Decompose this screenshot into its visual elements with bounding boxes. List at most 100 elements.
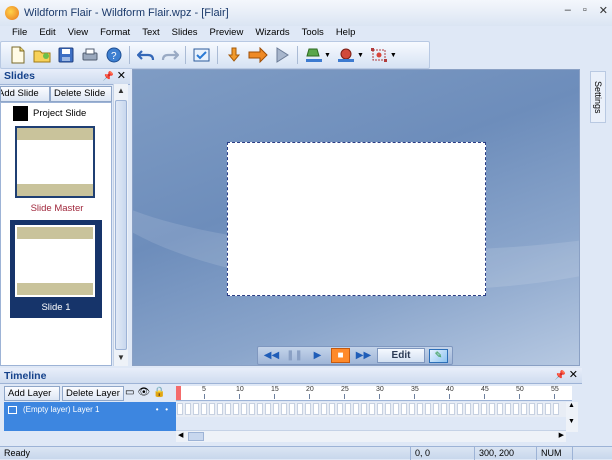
frame-cell[interactable]: [289, 403, 295, 415]
menu-text[interactable]: Text: [136, 26, 165, 40]
frame-cell[interactable]: [457, 403, 463, 415]
menu-file[interactable]: File: [6, 26, 33, 40]
lock-icon[interactable]: 🔒: [153, 387, 165, 398]
play-icon[interactable]: [271, 45, 292, 66]
frame-cell[interactable]: [441, 403, 447, 415]
slide-canvas[interactable]: [227, 142, 486, 296]
scroll-thumb[interactable]: [188, 432, 204, 441]
close-panel-icon[interactable]: ✕: [569, 368, 578, 381]
scroll-thumb[interactable]: [115, 100, 127, 350]
settings-tab[interactable]: Settings: [590, 71, 606, 123]
minimize-button[interactable]: –: [565, 4, 571, 17]
menu-wizards[interactable]: Wizards: [249, 26, 295, 40]
frame-cell[interactable]: [537, 403, 543, 415]
slide-check-icon[interactable]: [191, 45, 212, 66]
frame-cell[interactable]: [385, 403, 391, 415]
frame-cell[interactable]: [361, 403, 367, 415]
frame-cell[interactable]: [497, 403, 503, 415]
frame-cell[interactable]: [185, 403, 191, 415]
frame-cell[interactable]: [305, 403, 311, 415]
scroll-up-icon[interactable]: ▲: [114, 86, 128, 98]
frame-cell[interactable]: [329, 403, 335, 415]
save-disk-icon[interactable]: [55, 45, 76, 66]
frame-cell[interactable]: [401, 403, 407, 415]
edit-button[interactable]: Edit: [377, 348, 425, 363]
pin-icon[interactable]: 📌: [103, 71, 114, 82]
menu-edit[interactable]: Edit: [33, 26, 61, 40]
frame-cell[interactable]: [513, 403, 519, 415]
scroll-down-icon[interactable]: ▼: [114, 353, 128, 365]
timeline-horizontal-scrollbar[interactable]: ◀ ▶: [176, 430, 566, 442]
import-arrow-icon[interactable]: [223, 45, 244, 66]
menu-slides[interactable]: Slides: [166, 26, 204, 40]
help-icon[interactable]: ?: [103, 45, 124, 66]
frame-cell[interactable]: [417, 403, 423, 415]
frame-cell[interactable]: [449, 403, 455, 415]
transform-icon[interactable]: [369, 45, 390, 66]
fill-color-icon[interactable]: [303, 45, 324, 66]
scroll-left-icon[interactable]: ◀: [178, 431, 183, 439]
frame-cell[interactable]: [233, 403, 239, 415]
slide-1-item[interactable]: Slide 1: [10, 220, 102, 318]
frame-cell[interactable]: [369, 403, 375, 415]
project-slide-item[interactable]: Project Slide: [13, 106, 86, 121]
frame-cell[interactable]: [409, 403, 415, 415]
frame-cell[interactable]: [377, 403, 383, 415]
frame-cell[interactable]: [545, 403, 551, 415]
line-color-icon[interactable]: [336, 45, 357, 66]
rewind-icon[interactable]: ◀◀: [262, 348, 281, 363]
frame-cell[interactable]: [241, 403, 247, 415]
frame-cell[interactable]: [521, 403, 527, 415]
layer-row[interactable]: (Empty layer) Layer 1 • •: [4, 402, 176, 417]
play-icon[interactable]: ▶: [308, 348, 327, 363]
stage-area[interactable]: ◀◀ ❚❚ ▶ ■ ▶▶ Edit ✎: [132, 69, 580, 366]
frame-cell[interactable]: [505, 403, 511, 415]
close-button[interactable]: ✕: [599, 4, 608, 17]
menu-tools[interactable]: Tools: [296, 26, 330, 40]
frame-cell[interactable]: [529, 403, 535, 415]
frame-cell[interactable]: [313, 403, 319, 415]
transform-dropdown-icon[interactable]: ▼: [390, 52, 397, 59]
add-slide-button[interactable]: Add Slide: [0, 86, 50, 102]
frame-cell[interactable]: [225, 403, 231, 415]
delete-slide-button[interactable]: Delete Slide: [50, 86, 112, 102]
pin-icon[interactable]: 📌: [555, 370, 566, 381]
slide-1-thumbnail[interactable]: [15, 225, 95, 297]
frame-cell[interactable]: [393, 403, 399, 415]
redo-icon[interactable]: [159, 45, 180, 66]
frame-cell[interactable]: [217, 403, 223, 415]
slide-master-thumbnail[interactable]: [15, 126, 95, 198]
frame-cell[interactable]: [481, 403, 487, 415]
slides-scrollbar[interactable]: ▲ ▼: [113, 84, 128, 366]
layer-frames[interactable]: [176, 402, 566, 417]
menu-view[interactable]: View: [62, 26, 94, 40]
scroll-down-icon[interactable]: ▼: [568, 418, 575, 425]
frame-cell[interactable]: [425, 403, 431, 415]
timeline-ruler[interactable]: 5 10 15 20 25 30 35 40 45 50 55: [176, 386, 572, 401]
frame-cell[interactable]: [345, 403, 351, 415]
menu-help[interactable]: Help: [330, 26, 362, 40]
open-folder-icon[interactable]: [31, 45, 52, 66]
frame-cell[interactable]: [257, 403, 263, 415]
print-icon[interactable]: [79, 45, 100, 66]
frame-cell[interactable]: [265, 403, 271, 415]
undo-icon[interactable]: [135, 45, 156, 66]
frame-cell[interactable]: [201, 403, 207, 415]
playhead-marker[interactable]: [176, 386, 181, 400]
delete-layer-button[interactable]: Delete Layer: [62, 386, 124, 401]
publish-icon[interactable]: [247, 45, 268, 66]
frame-cell[interactable]: [353, 403, 359, 415]
menu-format[interactable]: Format: [94, 26, 136, 40]
frame-cell[interactable]: [321, 403, 327, 415]
stop-icon[interactable]: ■: [331, 348, 350, 363]
new-file-icon[interactable]: [7, 45, 28, 66]
timeline-vertical-scrollbar[interactable]: ▲ ▼: [566, 402, 578, 432]
restore-button[interactable]: ▫: [583, 4, 587, 17]
frame-cell[interactable]: [433, 403, 439, 415]
frame-cell[interactable]: [177, 403, 183, 415]
close-panel-icon[interactable]: ✕: [117, 69, 126, 82]
add-layer-button[interactable]: Add Layer: [4, 386, 60, 401]
frame-cell[interactable]: [337, 403, 343, 415]
fill-color-dropdown-icon[interactable]: ▼: [324, 52, 331, 59]
layer-visibility-dot-icon[interactable]: • •: [156, 405, 168, 414]
